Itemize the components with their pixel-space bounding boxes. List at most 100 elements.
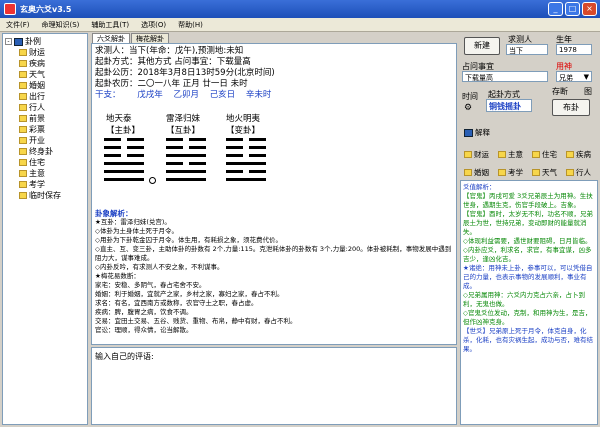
case-tree[interactable]: - 卦例 财运 疾病 天气 婚姻 出行 行人 前景 彩票 开业 终身卦 住宅 主意… <box>2 33 88 425</box>
tree-item[interactable]: 天气 <box>3 69 87 80</box>
moving-line-icon <box>149 177 156 184</box>
menu-bar: 文件(F) 命理知识(S) 辅助工具(T) 选项(O) 帮助(H) <box>0 18 600 32</box>
yin-line <box>104 154 144 157</box>
yin-line <box>104 138 144 141</box>
folder-icon <box>19 60 27 67</box>
folder-icon <box>464 169 472 176</box>
folder-icon <box>19 93 27 100</box>
folder-icon <box>532 151 540 158</box>
book-icon <box>464 128 473 137</box>
menu-tools[interactable]: 辅助工具(T) <box>85 20 135 30</box>
yang-line <box>166 170 206 173</box>
yin-line <box>166 146 206 149</box>
category-kaoxue[interactable]: 考学 <box>498 167 523 178</box>
folder-icon <box>19 170 27 177</box>
tree-item[interactable]: 主意 <box>3 168 87 179</box>
maximize-icon[interactable]: □ <box>565 2 580 16</box>
tree-item[interactable]: 行人 <box>3 102 87 113</box>
chevron-down-icon: ▼ <box>583 73 589 81</box>
yang-line <box>104 170 144 173</box>
hexagram-mutual <box>166 138 206 186</box>
yin-line <box>166 162 206 165</box>
save-label[interactable]: 存断 <box>552 86 568 97</box>
folder-icon <box>532 169 540 176</box>
folder-icon <box>19 159 27 166</box>
gua-changed-name: 地火明夷 【变卦】 <box>226 114 261 136</box>
folder-icon <box>19 126 27 133</box>
info-line: 求测人：当下(年命：戊午),预测地:未知 <box>95 46 244 56</box>
folder-icon <box>498 169 506 176</box>
tree-item[interactable]: 出行 <box>3 91 87 102</box>
tree-item[interactable]: 疾病 <box>3 58 87 69</box>
tree-item[interactable]: 考学 <box>3 179 87 190</box>
info-line: 起卦公历：2018年3月8日13时59分(北京时间) <box>95 68 275 78</box>
category-caiyun[interactable]: 财运 <box>464 149 489 160</box>
window-title: 玄奥六爻v3.5 <box>20 4 72 14</box>
close-icon[interactable]: × <box>582 2 597 16</box>
menu-file[interactable]: 文件(F) <box>0 20 36 30</box>
yang-line <box>166 178 206 181</box>
folder-icon <box>19 104 27 111</box>
yongshen-select[interactable]: 兄弟 ▼ <box>556 71 592 82</box>
result-pane[interactable]: 求测人：当下(年命：戊午),预测地:未知 起卦方式：其他方式 占问事宜：下载量高… <box>91 43 457 345</box>
yang-line <box>226 178 266 181</box>
yang-line <box>104 178 144 181</box>
menu-options[interactable]: 选项(O) <box>135 20 172 30</box>
minimize-icon[interactable]: _ <box>548 2 563 16</box>
birth-year-input[interactable]: 1978 <box>556 44 592 55</box>
tree-item[interactable]: 开业 <box>3 135 87 146</box>
tree-item[interactable]: 住宅 <box>3 157 87 168</box>
info-line: 起卦方式：其他方式 占问事宜：下载量高 <box>95 57 251 67</box>
category-zhuzhai[interactable]: 住宅 <box>532 149 557 160</box>
folder-icon <box>19 192 27 199</box>
folder-icon <box>19 115 27 122</box>
gua-mutual-name: 雷泽归妹 【互卦】 <box>166 114 201 136</box>
tree-item[interactable]: 彩票 <box>3 124 87 135</box>
cast-button[interactable]: 布卦 <box>552 99 590 116</box>
line-analysis-log[interactable]: 爻值解析： 【官鬼】丙戌可爱 3爻兄弟辰土为用神。生扶世身，遇期生克，伤官手段破… <box>460 180 598 425</box>
category-jibing[interactable]: 疾病 <box>566 149 591 160</box>
tree-item[interactable]: 临时保存 <box>3 190 87 201</box>
category-hunyin[interactable]: 婚姻 <box>464 167 489 178</box>
explain-item[interactable]: 解释 <box>464 127 490 138</box>
category-zhuyi[interactable]: 主意 <box>498 149 523 160</box>
yin-line <box>104 146 144 149</box>
folder-icon <box>19 49 27 56</box>
book-icon <box>14 37 23 46</box>
title-bar: 玄奥六爻v3.5 _ □ × <box>0 0 600 18</box>
folder-icon <box>19 71 27 78</box>
menu-help[interactable]: 帮助(H) <box>172 20 209 30</box>
gear-icon[interactable]: ⚙ <box>464 103 472 113</box>
folder-icon <box>19 181 27 188</box>
folder-icon <box>19 137 27 144</box>
tree-root[interactable]: - 卦例 <box>3 36 87 47</box>
yang-line <box>104 162 144 165</box>
tree-item[interactable]: 前景 <box>3 113 87 124</box>
tree-item[interactable]: 婚姻 <box>3 80 87 91</box>
category-xingren[interactable]: 行人 <box>566 167 591 178</box>
yin-line <box>226 146 266 149</box>
ganzhi-line: 干支： 戊戌年 乙卯月 己亥日 辛未时 <box>95 90 272 100</box>
comment-label: 输入自己的评语: <box>95 352 154 361</box>
yin-line <box>226 154 266 157</box>
image-label[interactable]: 图 <box>584 86 592 97</box>
folder-icon <box>498 151 506 158</box>
app-icon <box>4 3 16 15</box>
hexagram-main <box>104 138 144 186</box>
collapse-icon[interactable]: - <box>5 38 12 45</box>
folder-icon <box>566 169 574 176</box>
hexagram-changed <box>226 138 266 186</box>
method-select[interactable]: 铜钱摇卦 <box>486 99 532 112</box>
yang-line <box>166 154 206 157</box>
querent-input[interactable]: 当下 <box>506 44 548 55</box>
new-button[interactable]: 新建 <box>464 37 500 55</box>
yin-line <box>226 138 266 141</box>
folder-icon <box>566 151 574 158</box>
comment-input[interactable]: 输入自己的评语: <box>91 347 457 425</box>
menu-knowledge[interactable]: 命理知识(S) <box>36 20 86 30</box>
category-tianqi[interactable]: 天气 <box>532 167 557 178</box>
analysis-text: 卦象解析： ★互卦：雷泽归妹(兑宫)。 ◇体卦为土身体土死于月令。 ◇用卦为下卦… <box>95 209 452 334</box>
tree-item[interactable]: 终身卦 <box>3 146 87 157</box>
tree-item[interactable]: 财运 <box>3 47 87 58</box>
matter-input[interactable]: 下载量高 <box>462 71 548 82</box>
